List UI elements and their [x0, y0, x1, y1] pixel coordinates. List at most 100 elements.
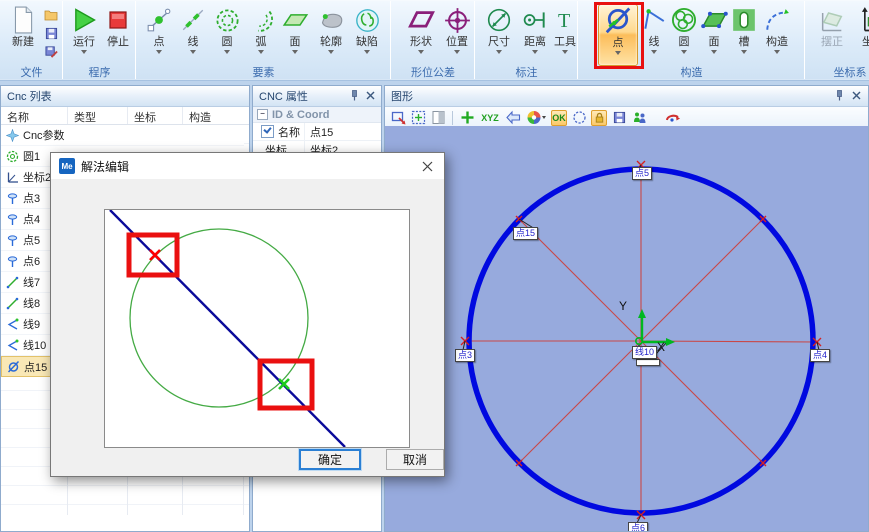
new-file-icon	[4, 4, 42, 36]
solution-preview-canvas[interactable]	[104, 209, 410, 448]
construct-construct-button[interactable]: 构造	[760, 4, 794, 64]
dialog-title: 解法编辑	[81, 158, 412, 175]
element-point-icon	[144, 4, 174, 36]
element-face-button[interactable]: 面	[280, 4, 310, 64]
close-icon[interactable]	[850, 89, 863, 102]
flip-view-icon[interactable]	[430, 110, 446, 126]
construct-line-button[interactable]: 线	[640, 4, 668, 64]
point-feature-icon	[5, 191, 19, 205]
align-button[interactable]: 摆正	[813, 4, 851, 64]
element-circle-button[interactable]: 圆	[212, 4, 242, 64]
feature-label-point5[interactable]: 点5	[632, 167, 652, 180]
property-label: 名称	[278, 124, 300, 140]
element-line-button[interactable]: 线	[178, 4, 208, 64]
tools-button[interactable]: T 工具	[553, 4, 577, 64]
feature-label-partial[interactable]	[636, 359, 660, 366]
open-folder-button[interactable]	[42, 7, 60, 23]
app-logo-icon: Me	[59, 158, 75, 174]
group-label-file: 文件	[0, 64, 63, 78]
name-checkbox[interactable]	[261, 125, 274, 138]
solution-edit-dialog: Me 解法编辑 确定 取消	[50, 152, 445, 477]
coordsys-button[interactable]: 坐标	[855, 4, 869, 64]
ok-button[interactable]: 确定	[299, 449, 361, 470]
angle-line-feature-icon	[5, 317, 19, 331]
lock-icon[interactable]	[591, 110, 607, 126]
close-icon[interactable]	[364, 89, 377, 102]
construct-slot-button[interactable]: 槽	[730, 4, 758, 64]
point-feature-icon	[5, 233, 19, 247]
users-icon[interactable]	[631, 110, 647, 126]
distance-button[interactable]: 距离	[519, 4, 551, 64]
point-feature-icon	[5, 212, 19, 226]
selected-solution-cross[interactable]	[150, 250, 160, 260]
file-small-buttons	[42, 7, 60, 59]
xyz-coords-icon[interactable]: XYZ	[479, 110, 501, 126]
pin-icon[interactable]	[348, 89, 361, 102]
fit-view-icon[interactable]	[410, 110, 426, 126]
feature-label-line10[interactable]: 线10	[632, 346, 657, 359]
construct-circle-icon	[670, 4, 698, 36]
save-as-button[interactable]	[42, 43, 60, 59]
ribbon-group-coordsys: 摆正 坐标 坐标系	[805, 1, 869, 79]
circle-feature-icon	[5, 149, 19, 163]
ribbon-group-program: 运行 停止 程序	[63, 1, 137, 79]
distance-icon	[519, 4, 551, 36]
stop-button[interactable]: 停止	[103, 4, 133, 64]
property-group-id-coord[interactable]: − ID & Coord	[253, 107, 381, 123]
construct-slot-icon	[730, 4, 758, 36]
measurement-drawing	[385, 126, 868, 531]
new-file-button[interactable]: 新建	[4, 4, 42, 64]
property-value-name[interactable]: 点15	[305, 124, 333, 140]
zoom-window-icon[interactable]	[390, 110, 406, 126]
position-tolerance-button[interactable]: 位置	[441, 4, 473, 64]
shape-tolerance-button[interactable]: 形状	[403, 4, 439, 64]
feature-label-point6[interactable]: 点6	[628, 522, 648, 531]
add-icon[interactable]	[459, 110, 475, 126]
new-file-label: 新建	[4, 36, 42, 48]
run-button[interactable]: 运行	[67, 4, 101, 64]
angle-line-feature-icon	[5, 338, 19, 352]
feature-label-point3[interactable]: 点3	[455, 349, 475, 362]
cnc-list-title: Cnc 列表	[1, 86, 249, 107]
construct-circle-button[interactable]: 圆	[670, 4, 698, 64]
dimension-button[interactable]: 尺寸	[483, 4, 515, 64]
stop-label: 停止	[103, 36, 133, 48]
rotate-view-icon[interactable]	[665, 110, 681, 126]
element-contour-button[interactable]: 轮廓	[314, 4, 348, 64]
line-feature-icon	[5, 296, 19, 310]
save-view-icon[interactable]	[611, 110, 627, 126]
dialog-titlebar[interactable]: Me 解法编辑	[51, 153, 444, 179]
construct-face-button[interactable]: 面	[700, 4, 728, 64]
dashed-circle-icon[interactable]	[571, 110, 587, 126]
back-arrow-icon[interactable]	[505, 110, 521, 126]
dimension-icon	[483, 4, 515, 36]
save-button[interactable]	[42, 25, 60, 41]
collapse-icon[interactable]: −	[257, 109, 268, 120]
list-item-cnc-params[interactable]: Cnc参数	[1, 125, 244, 146]
element-arc-button[interactable]: 弧	[246, 4, 276, 64]
ok-confirm-icon[interactable]: OK	[551, 110, 567, 126]
dialog-close-icon[interactable]	[418, 157, 436, 175]
feature-label-point15[interactable]: 点15	[513, 227, 538, 240]
diameter-point-icon	[6, 360, 20, 374]
column-header-type[interactable]: 类型	[68, 107, 128, 124]
tools-icon: T	[553, 4, 577, 36]
graphics-canvas[interactable]: 点5 点15 点3 点4 线10 点6 Y X	[385, 126, 868, 531]
element-circle-icon	[212, 4, 242, 36]
pin-icon[interactable]	[833, 89, 846, 102]
column-header-name[interactable]: 名称	[1, 107, 68, 124]
point-feature-icon	[5, 254, 19, 268]
element-point-button[interactable]: 点	[144, 4, 174, 64]
x-axis-label: X	[657, 340, 665, 354]
column-header-construct[interactable]: 构造	[183, 107, 244, 124]
element-face-icon	[280, 4, 310, 36]
group-label-program: 程序	[63, 64, 136, 78]
column-header-coord[interactable]: 坐标	[128, 107, 183, 124]
graphics-title: 图形	[385, 86, 868, 107]
color-picker-icon[interactable]	[525, 110, 547, 126]
cancel-button[interactable]: 取消	[386, 449, 444, 470]
alternate-solution-cross[interactable]	[279, 379, 289, 389]
feature-label-point4[interactable]: 点4	[810, 349, 830, 362]
svg-text:T: T	[558, 10, 570, 32]
element-defect-button[interactable]: 缺陷	[350, 4, 384, 64]
